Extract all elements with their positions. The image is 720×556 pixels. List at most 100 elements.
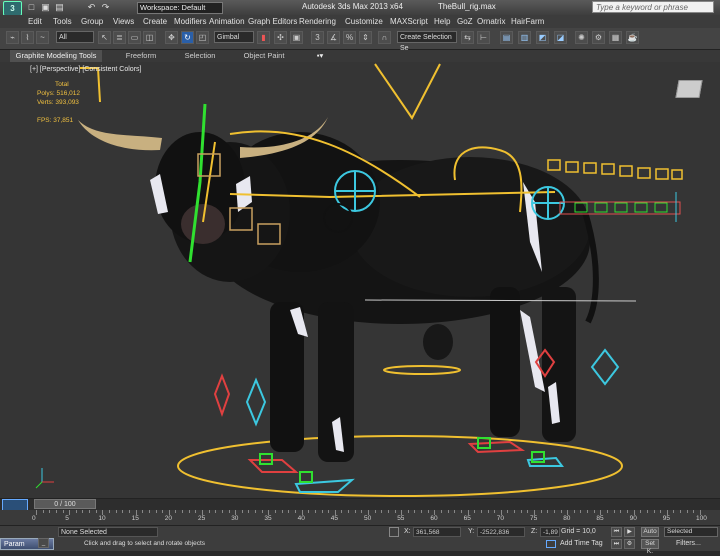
menu-group[interactable]: Group: [81, 17, 103, 26]
rendered-frame-icon[interactable]: ▦: [609, 31, 622, 44]
track-tick-label: 35: [264, 515, 272, 522]
z-coord-field[interactable]: -1,89: [540, 527, 560, 537]
track-tick: [69, 510, 71, 515]
time-slider-thumb[interactable]: 0 / 100: [34, 499, 96, 509]
hips-control-circle: [383, 365, 461, 375]
viewport-label[interactable]: [+] [Perspective] [Consistent Colors]: [30, 66, 141, 73]
bind-space-warp-icon[interactable]: ~: [36, 31, 49, 44]
tab-freeform[interactable]: Freeform: [118, 50, 164, 62]
reference-coordinate-dropdown[interactable]: Gimbal: [214, 31, 254, 43]
track-tick: [155, 510, 157, 513]
search-input[interactable]: Type a keyword or phrase: [592, 1, 714, 13]
tab-selection[interactable]: Selection: [178, 50, 222, 62]
rotate-icon[interactable]: ↻: [181, 31, 194, 44]
curve-editor-icon[interactable]: ◩: [536, 31, 549, 44]
new-file-icon[interactable]: □: [26, 2, 37, 12]
menu-graph-editors[interactable]: Graph Editors: [248, 17, 297, 26]
track-tick: [487, 510, 489, 513]
menu-animation[interactable]: Animation: [209, 17, 245, 26]
schematic-view-icon[interactable]: ◪: [554, 31, 567, 44]
menu-rendering[interactable]: Rendering: [299, 17, 336, 26]
scale-icon[interactable]: ◰: [196, 31, 209, 44]
track-tick-label: 75: [530, 515, 538, 522]
app-title: Autodesk 3ds Max 2013 x64: [302, 2, 403, 11]
selection-filter-dropdown[interactable]: All: [56, 31, 94, 43]
align-icon[interactable]: ⊢: [477, 31, 490, 44]
menu-tools[interactable]: Tools: [53, 17, 72, 26]
tab-object-paint[interactable]: Object Paint: [238, 50, 290, 62]
app-logo-icon[interactable]: 3: [3, 1, 22, 16]
tab-graphite-modeling-tools[interactable]: Graphite Modeling Tools: [10, 50, 102, 62]
time-tag-icon[interactable]: [546, 540, 556, 548]
track-tick: [626, 510, 628, 513]
workspace-dropdown[interactable]: Workspace: Default: [137, 2, 223, 14]
track-tick: [427, 510, 429, 513]
select-object-icon[interactable]: ↖: [98, 31, 111, 44]
named-selection-dropdown[interactable]: Create Selection Se: [397, 31, 457, 52]
viewcube-icon[interactable]: [675, 80, 703, 98]
selection-lock-icon[interactable]: [389, 527, 399, 537]
edit-named-selection-icon[interactable]: ∩: [378, 31, 391, 44]
track-tick: [248, 510, 250, 513]
menu-hairfarm[interactable]: HairFarm: [511, 17, 544, 26]
auto-key-button[interactable]: Auto: [641, 527, 659, 537]
key-filter-dropdown[interactable]: Selected: [664, 527, 718, 537]
save-file-icon[interactable]: ▤: [54, 2, 65, 12]
layer-manager-icon[interactable]: ▤: [500, 31, 513, 44]
window-crossing-icon[interactable]: ◫: [143, 31, 156, 44]
key-filters-button[interactable]: Filters...: [676, 540, 701, 547]
percent-snap-icon[interactable]: %: [343, 31, 356, 44]
ribbon-options-icon[interactable]: ▪▾: [312, 50, 328, 62]
menu-customize[interactable]: Customize: [345, 17, 383, 26]
select-manipulate-icon[interactable]: ✣: [274, 31, 287, 44]
undo-icon[interactable]: ↶: [86, 2, 97, 12]
rect-selection-icon[interactable]: ▭: [128, 31, 141, 44]
track-tick-label: 20: [164, 515, 173, 522]
keyboard-shortcut-icon[interactable]: ▣: [290, 31, 303, 44]
menu-maxscript[interactable]: MAXScript: [390, 17, 428, 26]
track-bar-ticks: 0 5 10 15 20 25 30 35 40 45 50 55 60 65 70 75 80 85 90 95 10…: [0, 510, 720, 525]
spine-control-spline: [374, 63, 441, 120]
mirror-icon[interactable]: ⇆: [461, 31, 474, 44]
add-time-tag-button[interactable]: Add Time Tag: [560, 540, 603, 547]
set-key-button[interactable]: Set K.: [641, 539, 659, 555]
scene-canvas[interactable]: [0, 62, 720, 498]
menu-ornatrix[interactable]: Ornatrix: [477, 17, 505, 26]
render-teapot-icon[interactable]: ☕: [626, 31, 639, 44]
menu-edit[interactable]: Edit: [28, 17, 42, 26]
menu-modifiers[interactable]: Modifiers: [174, 17, 206, 26]
go-to-start-icon[interactable]: ⏮: [611, 527, 622, 537]
track-tick: [148, 510, 150, 513]
play-icon[interactable]: ▶: [624, 527, 635, 537]
minimize-icon[interactable]: _: [38, 538, 49, 548]
track-tick: [387, 510, 389, 513]
open-file-icon[interactable]: ▣: [40, 2, 51, 12]
material-editor-icon[interactable]: ✺: [575, 31, 588, 44]
track-tick: [607, 510, 609, 513]
track-tick: [49, 510, 51, 513]
snaps-toggle-icon[interactable]: 3: [311, 31, 324, 44]
track-tick: [640, 510, 642, 513]
time-config-icon[interactable]: ⚙: [624, 539, 635, 549]
move-icon[interactable]: ✥: [165, 31, 178, 44]
unlink-icon[interactable]: ⌇: [21, 31, 34, 44]
track-tick-label: 70: [496, 515, 505, 522]
select-by-name-icon[interactable]: ≣: [113, 31, 126, 44]
menu-help[interactable]: Help: [434, 17, 450, 26]
track-tick: [221, 510, 223, 513]
pivot-center-icon[interactable]: ▮: [257, 31, 270, 44]
angle-snap-icon[interactable]: ∡: [327, 31, 340, 44]
track-tick: [62, 510, 64, 513]
y-coord-field[interactable]: -2522,836: [477, 527, 525, 537]
key-mode-icon[interactable]: ⏭: [611, 539, 622, 549]
graphite-toggle-icon[interactable]: ▥: [518, 31, 531, 44]
link-icon[interactable]: ⌁: [6, 31, 19, 44]
spinner-snap-icon[interactable]: ⇕: [359, 31, 372, 44]
render-setup-icon[interactable]: ⚙: [592, 31, 605, 44]
stats-verts: Verts: 393,093: [37, 99, 79, 106]
x-coord-field[interactable]: 361,568: [413, 527, 461, 537]
menu-views[interactable]: Views: [113, 17, 134, 26]
menu-goz[interactable]: GoZ: [457, 17, 473, 26]
redo-icon[interactable]: ↷: [100, 2, 111, 12]
menu-create[interactable]: Create: [143, 17, 167, 26]
